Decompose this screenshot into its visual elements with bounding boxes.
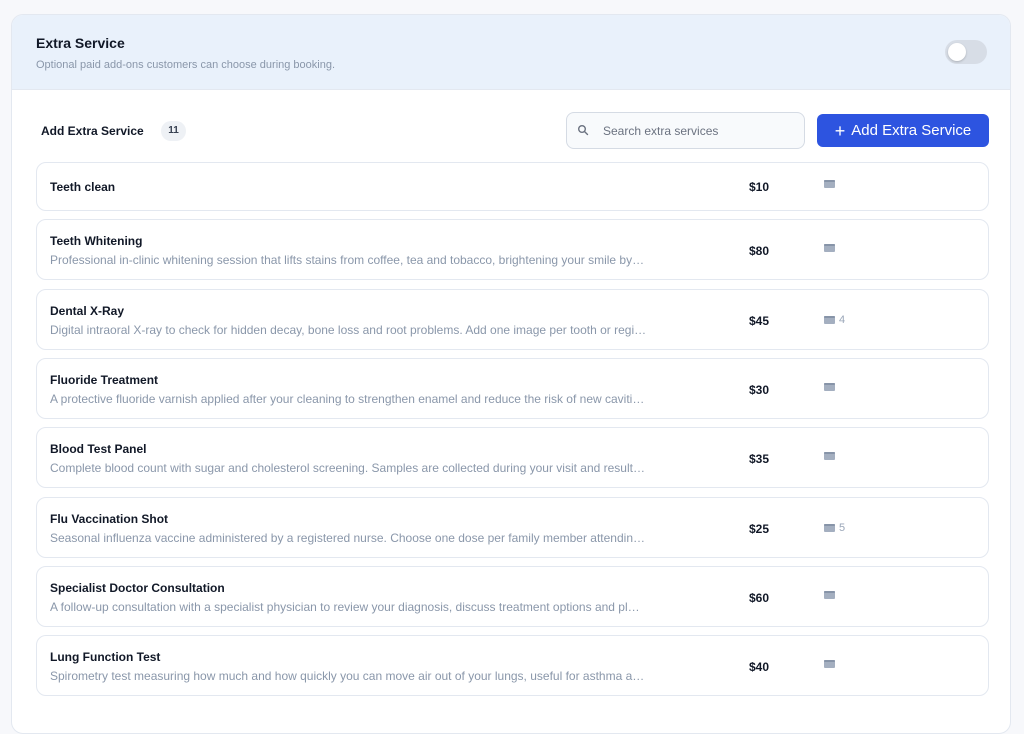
card-subtitle: Optional paid add-ons customers can choo… [36, 59, 336, 71]
service-row[interactable]: Specialist Doctor Consultation A follow-u… [36, 566, 989, 627]
image-icon [824, 383, 835, 391]
toolbar: Add Extra Service 11 + Add Extra Service [12, 90, 1010, 162]
service-description: Seasonal influenza vaccine administered … [50, 531, 645, 545]
extra-service-card: Extra Service Optional paid add-ons cust… [11, 14, 1011, 734]
card-title: Extra Service [36, 35, 125, 51]
service-name: Teeth clean [50, 180, 116, 194]
media-count: 4 [839, 314, 846, 326]
service-row[interactable]: Dental X-Ray Digital intraoral X-ray to c… [36, 289, 989, 350]
section-label: Add Extra Service [41, 124, 144, 138]
toggle-knob [948, 43, 966, 61]
service-name: Fluoride Treatment [50, 373, 159, 387]
service-description: A follow-up consultation with a speciali… [50, 600, 640, 614]
service-description: Spirometry test measuring how much and h… [50, 669, 645, 683]
service-price: $25 [749, 522, 770, 536]
service-price: $10 [749, 180, 770, 194]
image-icon [824, 452, 835, 460]
service-price: $40 [749, 660, 770, 674]
service-price: $80 [749, 244, 770, 258]
image-icon [824, 244, 835, 252]
service-name: Lung Function Test [50, 650, 161, 664]
service-row[interactable]: Teeth clean $10 [36, 162, 989, 211]
service-price: $35 [749, 452, 770, 466]
service-description: Digital intraoral X-ray to check for hid… [50, 323, 647, 337]
service-media[interactable] [824, 244, 835, 252]
service-name: Blood Test Panel [50, 442, 147, 456]
image-icon [824, 180, 835, 188]
service-description: Professional in-clinic whitening session… [50, 253, 645, 267]
service-description: Complete blood count with sugar and chol… [50, 461, 645, 475]
plus-icon: + [834, 120, 846, 141]
add-extra-service-button[interactable]: + Add Extra Service [817, 114, 989, 147]
service-name: Teeth Whitening [50, 234, 143, 248]
service-row[interactable]: Lung Function Test Spirometry test measur… [36, 635, 989, 696]
service-media[interactable]: 4 [824, 314, 845, 326]
image-icon [824, 660, 835, 668]
service-row[interactable]: Teeth Whitening Professional in-clinic wh… [36, 219, 989, 280]
search-input[interactable] [603, 113, 798, 148]
service-price: $30 [749, 383, 770, 397]
image-icon [824, 524, 835, 532]
service-media[interactable] [824, 180, 835, 188]
search-box[interactable] [566, 112, 805, 149]
add-button-label: Add Extra Service [851, 122, 972, 139]
image-icon [824, 316, 835, 324]
service-name: Flu Vaccination Shot [50, 512, 169, 526]
service-row[interactable]: Blood Test Panel Complete blood count wit… [36, 427, 989, 488]
image-icon [824, 591, 835, 599]
service-media[interactable] [824, 591, 835, 599]
card-header: Extra Service Optional paid add-ons cust… [12, 15, 1010, 90]
extra-service-toggle[interactable] [945, 40, 987, 64]
service-media[interactable] [824, 383, 835, 391]
count-badge: 11 [161, 121, 186, 141]
service-row[interactable]: Fluoride Treatment A protective fluoride … [36, 358, 989, 419]
service-name: Specialist Doctor Consultation [50, 581, 225, 595]
service-media[interactable] [824, 452, 835, 460]
service-row[interactable]: Flu Vaccination Shot Seasonal influenza v… [36, 497, 989, 558]
service-description: A protective fluoride varnish applied af… [50, 392, 645, 406]
service-media[interactable]: 5 [824, 522, 845, 534]
service-name: Dental X-Ray [50, 304, 125, 318]
service-media[interactable] [824, 660, 835, 668]
service-price: $60 [749, 591, 770, 605]
service-price: $45 [749, 314, 770, 328]
search-icon [578, 125, 589, 136]
media-count: 5 [839, 522, 846, 534]
